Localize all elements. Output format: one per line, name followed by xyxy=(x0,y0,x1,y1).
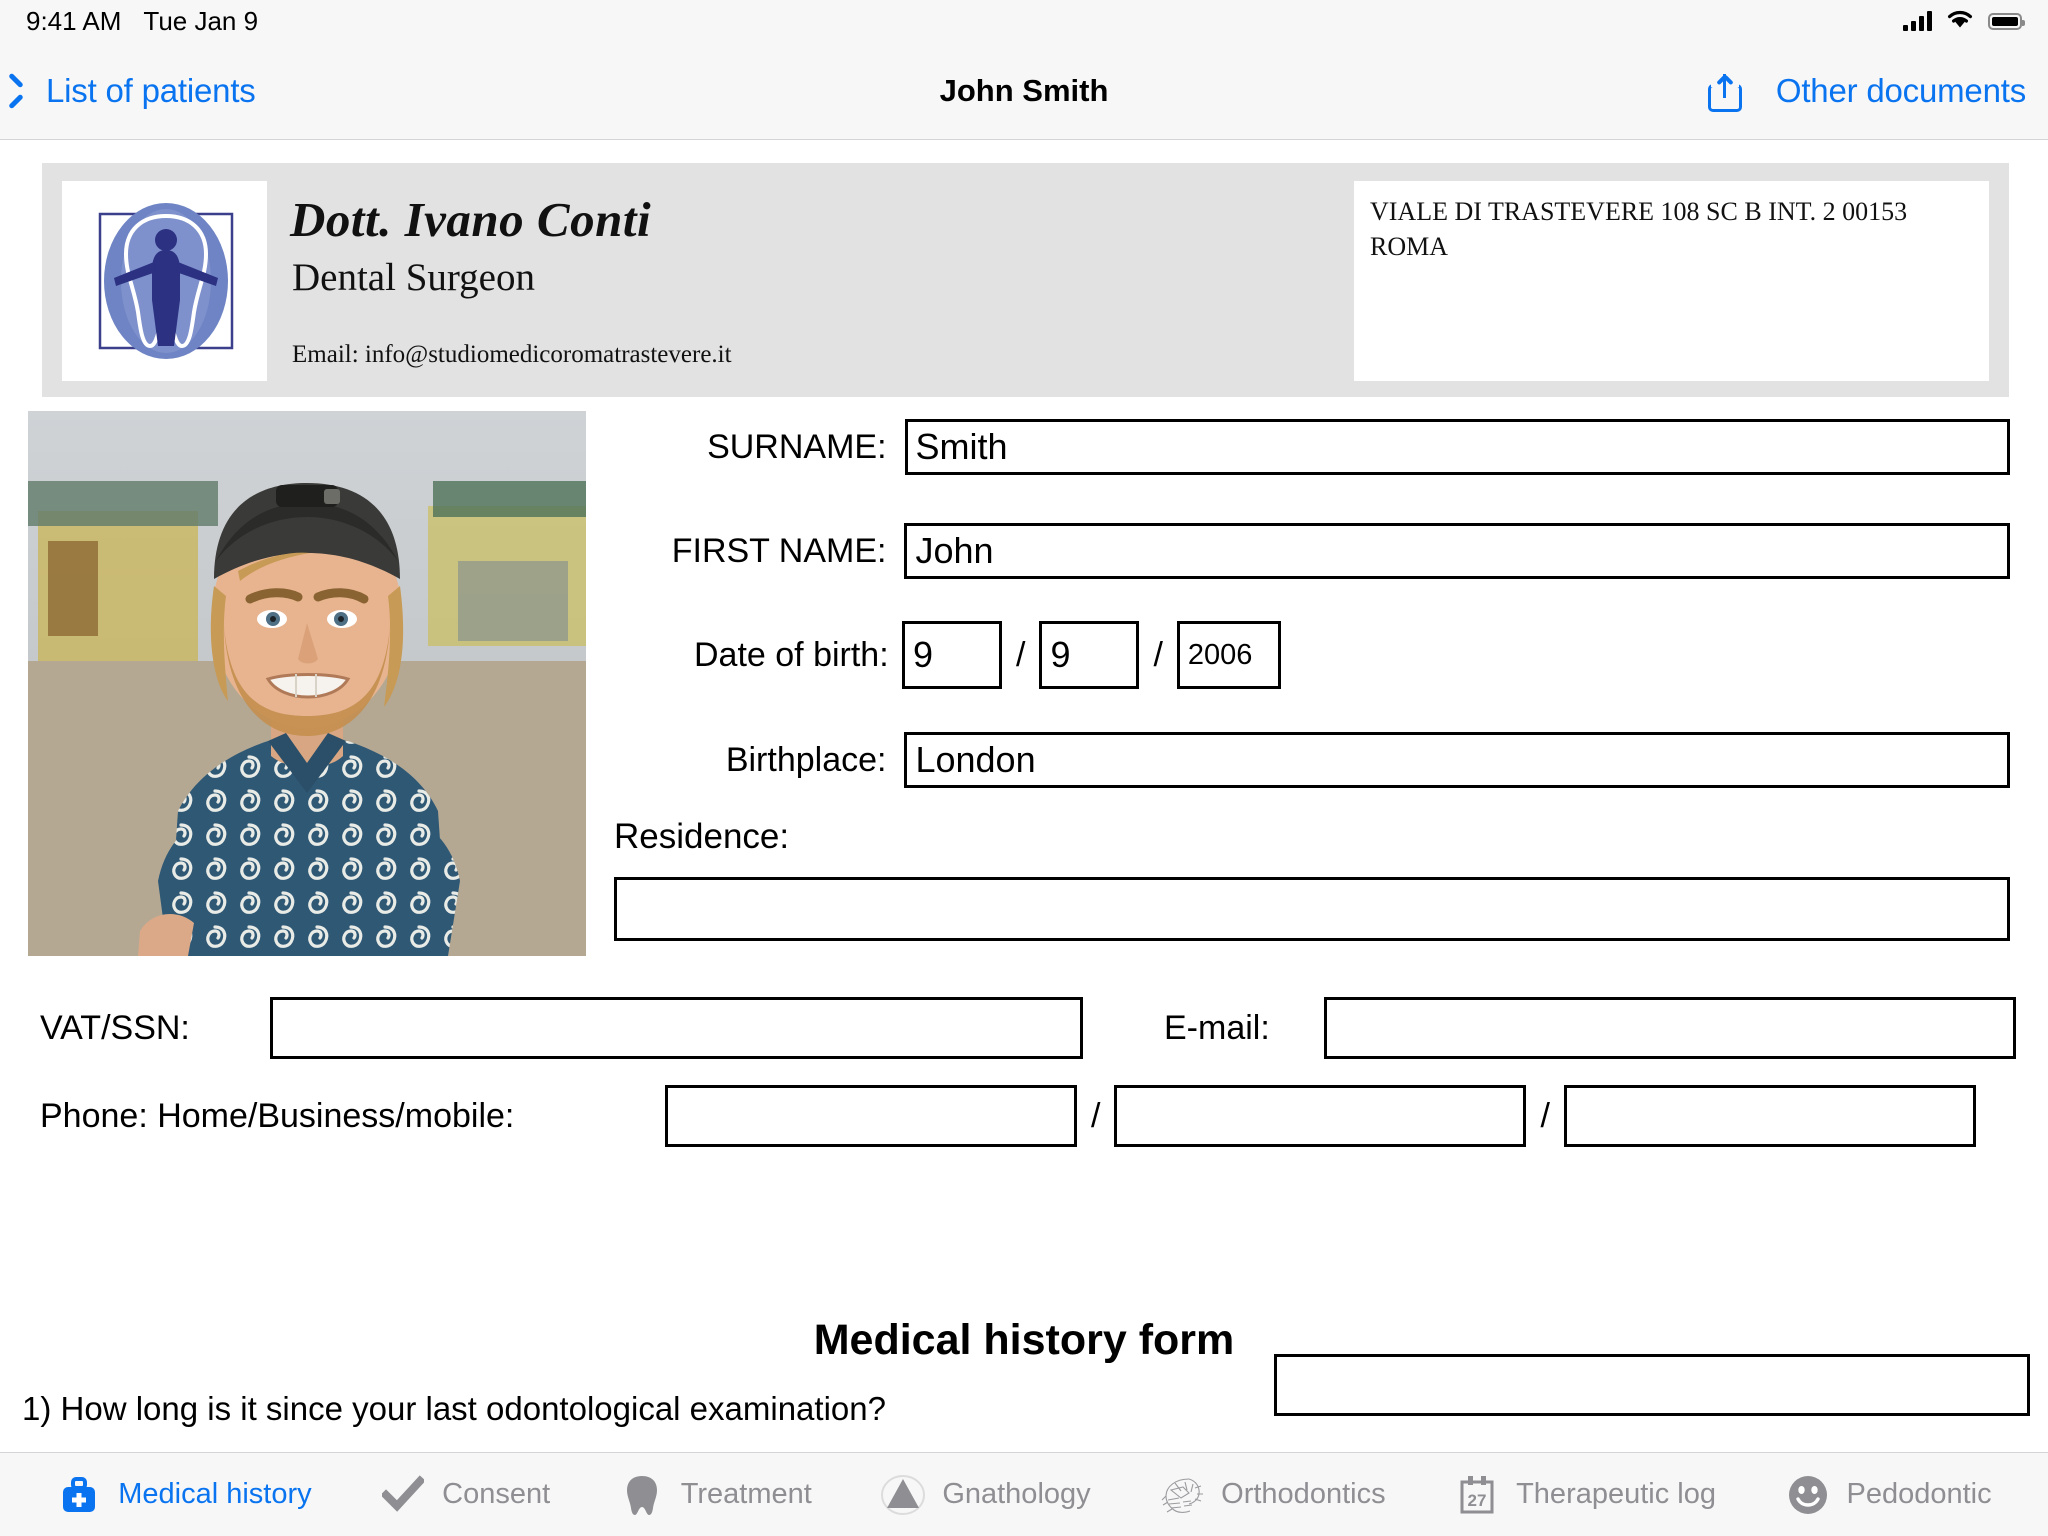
question-1-text: 1) How long is it since your last odonto… xyxy=(22,1390,886,1427)
navigation-bar-right: Other documents xyxy=(1707,70,2026,112)
question-1-answer-input[interactable] xyxy=(1274,1354,2030,1416)
dob-separator-2: / xyxy=(1153,635,1163,674)
calendar-icon: 27 xyxy=(1454,1472,1500,1518)
email-row: E-mail: xyxy=(1164,997,2016,1059)
tab-label-pedodontic: Pedodontic xyxy=(1846,1478,1992,1510)
tab-treatment[interactable]: Treatment xyxy=(619,1472,812,1518)
dob-month-input[interactable]: 9 xyxy=(1039,621,1140,689)
tab-gnathology[interactable]: Gnathology xyxy=(880,1472,1091,1518)
tab-bar: Medical history Consent Treatment Gnatho… xyxy=(0,1452,2048,1536)
first-name-input[interactable]: John xyxy=(904,523,2010,579)
tab-label-treatment: Treatment xyxy=(680,1478,812,1510)
email-input[interactable] xyxy=(1324,997,2016,1059)
tooth-icon xyxy=(619,1472,665,1518)
dob-year-input[interactable]: 2006 xyxy=(1176,621,1281,689)
letterhead: Dott. Ivano Conti Dental Surgeon Email: … xyxy=(42,163,2009,397)
status-bar: 9:41 AM Tue Jan 9 xyxy=(0,0,2048,42)
status-time: 9:41 AM xyxy=(26,5,122,36)
residence-input[interactable] xyxy=(614,877,2010,941)
smiley-face-icon xyxy=(1785,1472,1831,1518)
practice-address: VIALE DI TRASTEVERE 108 SC B INT. 2 0015… xyxy=(1354,181,1989,381)
email-label: E-mail: xyxy=(1164,1008,1270,1047)
dob-day-input[interactable]: 9 xyxy=(902,621,1002,689)
other-documents-button[interactable]: Other documents xyxy=(1776,72,2026,110)
doctor-role: Dental Surgeon xyxy=(292,256,535,299)
share-icon[interactable] xyxy=(1707,70,1742,112)
address-line-2: ROMA xyxy=(1370,231,1449,261)
phone-home-input[interactable] xyxy=(665,1085,1077,1147)
tab-consent[interactable]: Consent xyxy=(380,1472,550,1518)
medical-bag-icon xyxy=(56,1472,102,1518)
birthplace-input[interactable]: London xyxy=(904,732,2010,788)
vat-ssn-input[interactable] xyxy=(270,997,1083,1059)
first-name-label: FIRST NAME: xyxy=(671,531,887,570)
navigation-bar: List of patients John Smith Other docume… xyxy=(0,42,2048,140)
cellular-signal-icon xyxy=(1903,11,1932,31)
tab-label-medical-history: Medical history xyxy=(118,1478,312,1510)
wifi-icon xyxy=(1946,8,1974,34)
phone-row: Phone: Home/Business/mobile: / / xyxy=(40,1085,1976,1147)
residence-label: Residence: xyxy=(614,817,790,856)
status-bar-left: 9:41 AM Tue Jan 9 xyxy=(26,6,258,37)
first-name-row: FIRST NAME: John xyxy=(650,523,2010,579)
practice-email: Email: info@studiomedicoromatrastevere.i… xyxy=(292,341,732,368)
doctor-name: Dott. Ivano Conti xyxy=(290,192,652,247)
date-of-birth-label: Date of birth: xyxy=(694,635,889,674)
dob-separator-1: / xyxy=(1016,635,1026,674)
address-line-1: VIALE DI TRASTEVERE 108 SC B INT. 2 0015… xyxy=(1370,197,1908,226)
birthplace-label: Birthplace: xyxy=(725,740,887,779)
tab-label-gnathology: Gnathology xyxy=(942,1478,1091,1510)
tab-label-orthodontics: Orthodontics xyxy=(1221,1478,1386,1510)
surname-input[interactable]: Smith xyxy=(904,419,2010,475)
vat-ssn-row: VAT/SSN: xyxy=(40,997,1083,1059)
skull-profile-icon xyxy=(1159,1472,1205,1518)
battery-full-icon xyxy=(1988,12,2025,30)
app-root: 9:41 AM Tue Jan 9 List of patients John … xyxy=(0,0,2048,1536)
document-scroll-area[interactable]: Dott. Ivano Conti Dental Surgeon Email: … xyxy=(0,141,2048,1452)
phone-business-input[interactable] xyxy=(1114,1085,1527,1147)
phone-separator-1: / xyxy=(1091,1096,1101,1135)
tab-orthodontics[interactable]: Orthodontics xyxy=(1159,1472,1386,1518)
date-of-birth-row: Date of birth: 9 / 9 / 2006 xyxy=(694,621,1281,689)
tab-medical-history[interactable]: Medical history xyxy=(56,1472,312,1518)
phone-mobile-input[interactable] xyxy=(1563,1085,1976,1147)
surname-label: SURNAME: xyxy=(707,427,887,466)
phone-label: Phone: Home/Business/mobile: xyxy=(40,1096,515,1135)
patient-photo[interactable] xyxy=(28,411,586,956)
phone-separator-2: / xyxy=(1540,1096,1550,1135)
tab-label-consent: Consent xyxy=(442,1478,551,1510)
tab-therapeutic-log[interactable]: 27 Therapeutic log xyxy=(1454,1472,1716,1518)
surname-row: SURNAME: Smith xyxy=(690,419,2010,475)
tab-pedodontic[interactable]: Pedodontic xyxy=(1785,1472,1992,1518)
status-bar-right xyxy=(1903,8,2025,34)
calendar-day-number: 27 xyxy=(1468,1491,1487,1510)
checkmark-icon xyxy=(380,1472,426,1518)
dental-tooth-vitruvian-logo xyxy=(62,181,267,381)
tab-label-therapeutic-log: Therapeutic log xyxy=(1516,1478,1716,1510)
status-date: Tue Jan 9 xyxy=(143,5,259,36)
triangle-in-circle-icon xyxy=(880,1472,926,1518)
vat-ssn-label: VAT/SSN: xyxy=(40,1008,190,1047)
birthplace-row: Birthplace: London xyxy=(650,732,2010,788)
